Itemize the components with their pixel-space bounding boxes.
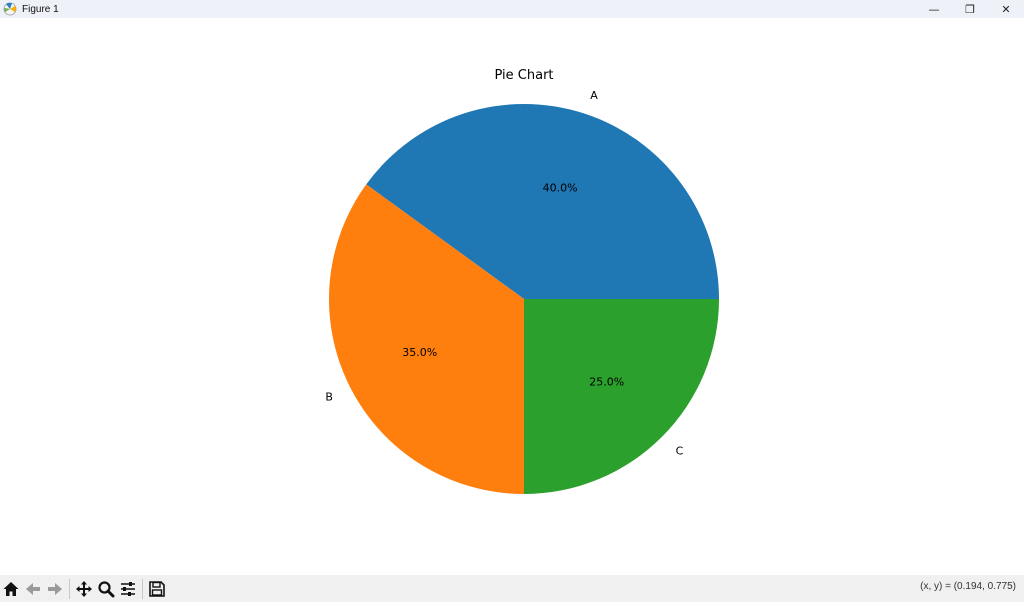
save-icon: [149, 580, 165, 597]
cursor-coordinates: (x, y) = (0.194, 0.775): [920, 581, 1016, 592]
toolbar-separator: [142, 578, 143, 599]
configure-subplots-button[interactable]: [117, 578, 139, 600]
forward-arrow-icon: [48, 582, 62, 595]
figure-canvas[interactable]: Pie Chart A 40.0% B 35.0% C 25.0%: [0, 18, 1024, 574]
pie-chart: Pie Chart A 40.0% B 35.0% C 25.0%: [325, 68, 719, 494]
chart-title: Pie Chart: [494, 68, 553, 83]
pan-icon: [76, 580, 92, 597]
pie-slice-c: [524, 299, 719, 494]
restore-button[interactable]: ❐: [952, 0, 988, 18]
window-controls: — ❐ ✕: [916, 0, 1024, 18]
forward-button[interactable]: [44, 578, 66, 600]
navigation-toolbar: [0, 575, 1024, 602]
slice-label-a: A: [590, 89, 598, 102]
configure-subplots-icon: [121, 581, 135, 596]
slice-label-c: C: [676, 445, 684, 458]
matplotlib-app-icon: [3, 2, 17, 16]
window-titlebar: Figure 1 — ❐ ✕: [0, 0, 1024, 18]
slice-percent-b: 35.0%: [402, 346, 437, 359]
slice-label-b: B: [325, 390, 333, 403]
pan-button[interactable]: [73, 578, 95, 600]
slice-percent-c: 25.0%: [589, 376, 624, 389]
home-icon: [3, 581, 19, 596]
toolbar-separator: [69, 578, 70, 599]
minimize-button[interactable]: —: [916, 0, 952, 18]
back-arrow-icon: [26, 582, 40, 595]
window-title: Figure 1: [22, 3, 59, 15]
back-button[interactable]: [22, 578, 44, 600]
slice-percent-a: 40.0%: [543, 182, 578, 195]
zoom-button[interactable]: [95, 578, 117, 600]
close-button[interactable]: ✕: [988, 0, 1024, 18]
save-button[interactable]: [146, 578, 168, 600]
zoom-icon: [98, 580, 115, 597]
home-button[interactable]: [0, 578, 22, 600]
